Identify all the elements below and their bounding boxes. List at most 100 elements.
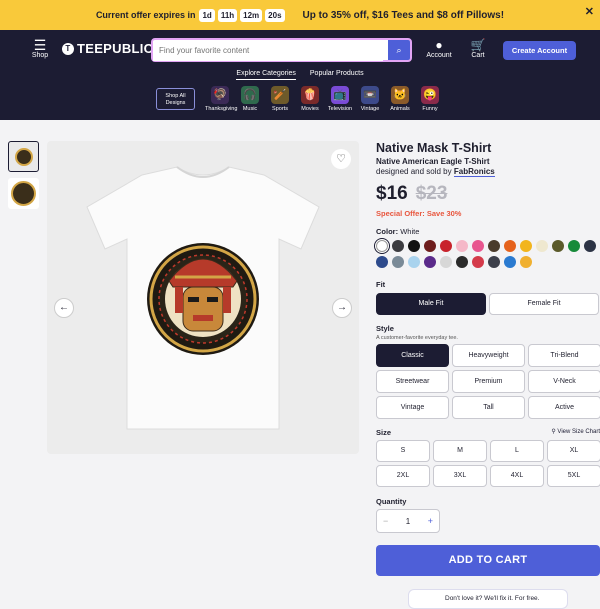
search-input[interactable] (153, 40, 383, 61)
size-header: Size ⚲ View Size Chart (376, 428, 600, 437)
special-offer-text: Special Offer: Save 30% (376, 209, 462, 218)
category-label: Sports (272, 106, 288, 112)
color-swatch[interactable] (408, 256, 420, 268)
color-swatch[interactable] (392, 256, 404, 268)
color-swatch[interactable] (456, 256, 468, 268)
size-l-button[interactable]: L (490, 440, 544, 462)
size-m-button[interactable]: M (433, 440, 487, 462)
category-movies[interactable]: 🍿 Movies (295, 86, 325, 112)
color-swatch[interactable] (504, 240, 516, 252)
designed-by-label: designed and sold by (376, 167, 452, 176)
style-vintage-button[interactable]: Vintage (376, 396, 449, 419)
create-account-button[interactable]: Create Account (503, 41, 576, 60)
category-sports[interactable]: 🏏 Sports (265, 86, 295, 112)
category-animals[interactable]: 🐱 Animals (385, 86, 415, 112)
minus-icon[interactable]: − (383, 516, 388, 526)
search-icon[interactable]: ⌕ (388, 40, 410, 60)
color-swatch[interactable] (376, 256, 388, 268)
shop-all-designs-button[interactable]: Shop All Designs (156, 88, 195, 110)
tab-explore-categories[interactable]: Explore Categories (236, 70, 296, 80)
style-tri-blend-button[interactable]: Tri-Blend (528, 344, 600, 367)
category-thanksgiving[interactable]: 🦃 Thanksgiving (205, 86, 238, 112)
account-icon: ● (435, 38, 443, 52)
category-label: Funny (422, 106, 438, 112)
fit-male-button[interactable]: Male Fit (376, 293, 486, 315)
size-s-button[interactable]: S (376, 440, 430, 462)
style-classic-button[interactable]: Classic (376, 344, 449, 367)
color-swatch[interactable] (392, 240, 404, 252)
style-heavyweight-button[interactable]: Heavyweight (452, 344, 525, 367)
timer-hours: 11h (217, 8, 238, 22)
fit-label: Fit (376, 280, 386, 289)
size-chart-link[interactable]: ⚲ View Size Chart (551, 428, 600, 437)
product-title: Native Mask T-Shirt (376, 141, 492, 155)
vintage-icon: 📼 (361, 86, 379, 104)
animals-icon: 🐱 (391, 86, 409, 104)
category-label: Music (242, 106, 258, 112)
cart-button[interactable]: 🛒 Cart (458, 38, 498, 59)
color-swatch[interactable] (424, 240, 436, 252)
quantity-value[interactable]: 1 (406, 517, 410, 526)
color-swatch[interactable] (536, 240, 548, 252)
category-vintage[interactable]: 📼 Vintage (355, 86, 385, 112)
selected-color: White (400, 227, 420, 236)
account-button[interactable]: ● Account (419, 38, 459, 59)
menu-button[interactable]: ☰ Shop (30, 38, 50, 59)
size-options: S M L XL 2XL 3XL 4XL 5XL (376, 440, 600, 487)
plus-icon[interactable]: + (428, 516, 433, 526)
category-label: Animals (390, 106, 410, 112)
close-icon[interactable]: ✕ (585, 5, 594, 18)
fit-options: Male Fit Female Fit (376, 293, 600, 315)
color-swatch[interactable] (424, 256, 436, 268)
style-v-neck-button[interactable]: V-Neck (528, 370, 600, 393)
color-swatch[interactable] (376, 240, 388, 252)
television-icon: 📺 (331, 86, 349, 104)
color-swatch[interactable] (488, 240, 500, 252)
color-swatch[interactable] (440, 240, 452, 252)
current-price: $16 (376, 183, 408, 204)
style-tall-button[interactable]: Tall (452, 396, 525, 419)
style-active-button[interactable]: Active (528, 396, 600, 419)
size-3xl-button[interactable]: 3XL (433, 465, 487, 487)
size-2xl-button[interactable]: 2XL (376, 465, 430, 487)
sports-icon: 🏏 (271, 86, 289, 104)
style-premium-button[interactable]: Premium (452, 370, 525, 393)
product-thumbnail-design[interactable] (8, 178, 39, 209)
category-music[interactable]: 🎧 Music (235, 86, 265, 112)
style-streetwear-button[interactable]: Streetwear (376, 370, 449, 393)
color-swatch[interactable] (488, 256, 500, 268)
color-swatch[interactable] (520, 256, 532, 268)
product-thumbnail-shirt[interactable] (8, 141, 39, 172)
color-swatch[interactable] (504, 256, 516, 268)
music-icon: 🎧 (241, 86, 259, 104)
original-price: $23 (415, 183, 448, 204)
size-4xl-button[interactable]: 4XL (490, 465, 544, 487)
fit-female-button[interactable]: Female Fit (489, 293, 599, 315)
color-swatch[interactable] (568, 240, 580, 252)
category-label: Thanksgiving (205, 106, 238, 112)
color-swatch[interactable] (472, 256, 484, 268)
previous-image-arrow-icon[interactable]: ← (54, 298, 74, 318)
style-label: Style (376, 324, 394, 333)
artist-link[interactable]: FabRonics (453, 167, 495, 177)
category-television[interactable]: 📺 Television (325, 86, 355, 112)
add-to-cart-button[interactable]: ADD TO CART (376, 545, 600, 576)
favorite-heart-icon[interactable]: ♡ (331, 149, 351, 169)
tab-popular-products[interactable]: Popular Products (310, 70, 364, 79)
color-swatch[interactable] (408, 240, 420, 252)
product-details: Native Mask T-Shirt Native American Eagl… (376, 141, 600, 576)
size-5xl-button[interactable]: 5XL (547, 465, 600, 487)
color-swatch[interactable] (552, 240, 564, 252)
main-nav: ☰ Shop T TEEPUBLIC ⌕ ● Account 🛒 Cart Cr… (0, 30, 600, 120)
color-swatch[interactable] (584, 240, 596, 252)
color-swatch[interactable] (456, 240, 468, 252)
category-funny[interactable]: 😜 Funny (415, 86, 445, 112)
color-swatch[interactable] (472, 240, 484, 252)
logo[interactable]: T TEEPUBLIC (62, 41, 153, 56)
color-swatch[interactable] (440, 256, 452, 268)
promo-offer-text[interactable]: Up to 35% off, $16 Tees and $8 off Pillo… (303, 10, 505, 21)
funny-icon: 😜 (421, 86, 439, 104)
next-image-arrow-icon[interactable]: → (332, 298, 352, 318)
size-xl-button[interactable]: XL (547, 440, 600, 462)
color-swatch[interactable] (520, 240, 532, 252)
